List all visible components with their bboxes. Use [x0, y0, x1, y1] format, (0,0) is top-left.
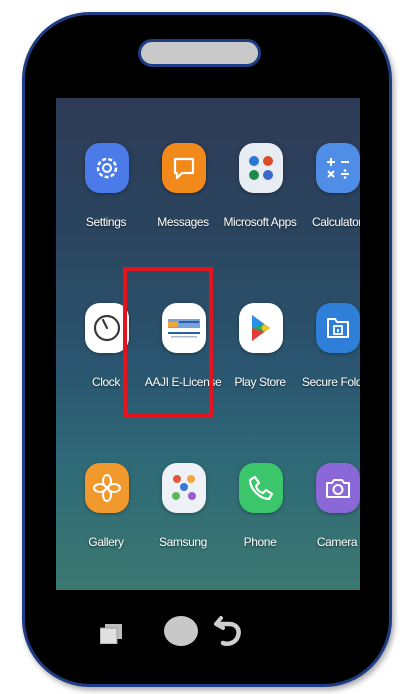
app-label: Settings	[85, 215, 127, 229]
app-label: Secure Folder	[301, 375, 360, 389]
app-settings[interactable]: Settings	[68, 143, 144, 263]
settings-gear-icon	[85, 143, 129, 193]
back-arrow-icon[interactable]	[211, 614, 247, 650]
phone-handset-icon	[239, 463, 283, 513]
app-label: Messages	[157, 215, 209, 229]
app-messages[interactable]: Messages	[145, 143, 221, 263]
app-gallery[interactable]: Gallery	[68, 463, 144, 583]
home-icon[interactable]	[164, 616, 198, 646]
app-label: Phone	[243, 535, 277, 549]
gallery-flower-icon	[85, 463, 129, 513]
app-label: Camera	[316, 535, 358, 549]
selected-app-highlight	[123, 267, 213, 418]
app-play-store[interactable]: Play Store	[222, 303, 298, 423]
app-calculator[interactable]: Calculator	[299, 143, 360, 263]
app-phone[interactable]: Phone	[222, 463, 298, 583]
calculator-icon	[316, 143, 360, 193]
samsung-folder-icon	[162, 463, 206, 513]
app-label: Microsoft Apps	[223, 215, 297, 229]
app-microsoft-apps[interactable]: Microsoft Apps	[222, 143, 298, 263]
app-camera[interactable]: Camera	[299, 463, 360, 583]
app-label: Samsung	[159, 535, 207, 549]
app-label: Play Store	[234, 375, 286, 389]
speaker-grille	[138, 39, 261, 67]
camera-icon	[316, 463, 360, 513]
microsoft-apps-folder-icon	[239, 143, 283, 193]
chat-bubble-icon	[162, 143, 206, 193]
recent-apps-icon[interactable]	[99, 624, 122, 645]
app-label: Calculator	[311, 215, 360, 229]
app-secure-folder[interactable]: Secure Folder	[299, 303, 360, 423]
app-label: Gallery	[88, 535, 124, 549]
secure-folder-icon	[316, 303, 360, 353]
play-store-icon	[239, 303, 283, 353]
app-samsung[interactable]: Samsung	[145, 463, 221, 583]
